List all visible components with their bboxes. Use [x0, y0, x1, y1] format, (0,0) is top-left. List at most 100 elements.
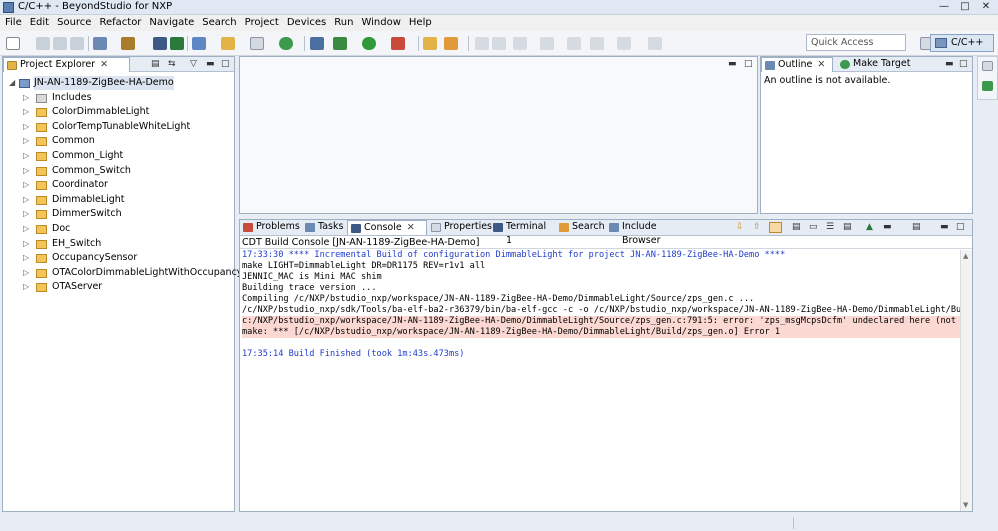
run-icon[interactable] — [362, 37, 376, 50]
menu-refactor[interactable]: Refactor — [95, 15, 145, 31]
print-icon[interactable] — [70, 37, 84, 50]
collapse-all-icon[interactable]: ▤ — [151, 59, 160, 69]
minimize-view-icon[interactable]: ▬ — [945, 59, 954, 69]
menu-devices[interactable]: Devices — [283, 15, 330, 31]
expand-arrow-icon[interactable]: ▷ — [23, 207, 33, 221]
maximize-editor-icon[interactable]: □ — [744, 59, 753, 69]
tab-include-browser[interactable]: Include Browser — [606, 220, 696, 246]
console-scrollbar[interactable]: ▲ ▼ — [960, 250, 972, 511]
link-editor-icon[interactable]: ⇆ — [168, 59, 176, 69]
chip-icon[interactable] — [153, 37, 167, 50]
search-icon[interactable] — [444, 37, 458, 50]
close-tab-icon[interactable]: ✕ — [100, 59, 108, 70]
save-all-icon[interactable] — [53, 37, 67, 50]
flash-icon[interactable] — [170, 37, 184, 50]
menu-source[interactable]: Source — [53, 15, 95, 31]
menu-edit[interactable]: Edit — [26, 15, 53, 31]
tab-project-explorer[interactable]: Project Explorer ✕ — [3, 57, 130, 72]
refresh-icon[interactable] — [279, 37, 293, 50]
external-tools-icon[interactable] — [391, 37, 405, 50]
tab-outline[interactable]: Outline ✕ — [761, 57, 833, 72]
expand-arrow-icon[interactable]: ▷ — [23, 105, 33, 119]
view-menu-icon[interactable]: ▽ — [190, 59, 197, 69]
menu-file[interactable]: File — [0, 15, 26, 31]
close-tab-icon[interactable]: ✕ — [407, 222, 415, 233]
open-type-icon[interactable] — [423, 37, 437, 50]
tab-search[interactable]: Search — [556, 220, 606, 235]
expand-arrow-icon[interactable]: ▷ — [23, 164, 33, 178]
console-settings-icon[interactable]: ▤ — [843, 222, 852, 232]
new-folder-icon[interactable] — [221, 37, 235, 50]
menu-search[interactable]: Search — [198, 15, 240, 31]
tab-terminal[interactable]: Terminal 1 — [490, 220, 554, 246]
console-output[interactable]: 17:33:30 **** Incremental Build of confi… — [240, 250, 960, 511]
block-selection-icon[interactable] — [492, 37, 506, 50]
quick-access-input[interactable]: Quick Access — [806, 34, 906, 51]
maximize-view-icon[interactable]: □ — [959, 59, 968, 69]
word-wrap-icon[interactable]: ☰ — [826, 222, 834, 232]
scroll-lock-icon[interactable]: ⇩ — [736, 222, 744, 232]
display-console-icon[interactable]: ▬ — [883, 222, 892, 232]
perspective-cpp-button[interactable]: C/C++ — [930, 34, 994, 52]
new-cpp-project-icon[interactable] — [192, 37, 206, 50]
pin-console-icon[interactable] — [769, 222, 782, 233]
open-console-icon[interactable]: ▤ — [912, 222, 921, 232]
close-button[interactable]: ✕ — [976, 1, 996, 13]
menu-run[interactable]: Run — [330, 15, 357, 31]
maximize-view-icon[interactable]: □ — [221, 59, 230, 69]
restore-icon[interactable] — [982, 61, 993, 71]
expand-arrow-icon[interactable]: ▷ — [23, 134, 33, 148]
pin-editor-icon[interactable] — [648, 37, 662, 50]
skip-breakpoints-icon[interactable] — [310, 37, 324, 50]
toggle-mark-icon[interactable] — [475, 37, 489, 50]
forward-icon[interactable] — [617, 37, 631, 50]
build-config-icon[interactable] — [93, 37, 107, 50]
make-target-trim-icon[interactable] — [982, 81, 993, 91]
tab-make-target[interactable]: Make Target — [837, 57, 917, 72]
scroll-down-icon[interactable]: ▼ — [963, 501, 968, 509]
tab-properties[interactable]: Properties — [428, 220, 492, 235]
menu-project[interactable]: Project — [241, 15, 283, 31]
new-icon[interactable] — [6, 37, 20, 50]
expand-arrow-icon[interactable]: ▷ — [23, 149, 33, 163]
menu-window[interactable]: Window — [357, 15, 404, 31]
project-explorer-icon — [7, 61, 17, 70]
close-tab-icon[interactable]: ✕ — [817, 59, 825, 70]
expand-arrow-icon[interactable]: ▷ — [23, 178, 33, 192]
expand-arrow-icon[interactable]: ▷ — [23, 120, 33, 134]
last-edit-icon[interactable] — [567, 37, 581, 50]
minimize-view-icon[interactable]: ▬ — [206, 59, 215, 69]
expand-arrow-icon[interactable]: ▷ — [23, 266, 33, 280]
new-file-icon[interactable] — [250, 37, 264, 50]
menu-help[interactable]: Help — [405, 15, 436, 31]
maximize-button[interactable]: □ — [955, 1, 975, 13]
expand-arrow-icon[interactable]: ▷ — [23, 193, 33, 207]
tree-item-label: Common_Switch — [52, 164, 131, 176]
minimize-view-icon[interactable]: ▬ — [940, 222, 949, 232]
menu-navigate[interactable]: Navigate — [145, 15, 198, 31]
expanded-arrow-icon[interactable]: ◢ — [9, 76, 19, 90]
expand-arrow-icon[interactable]: ▷ — [23, 280, 33, 294]
expand-arrow-icon[interactable]: ▷ — [23, 91, 33, 105]
minimize-button[interactable]: — — [934, 1, 954, 13]
clear-console-icon[interactable]: ▤ — [792, 222, 801, 232]
copy-icon[interactable]: ▭ — [809, 222, 818, 232]
tab-problems[interactable]: Problems — [240, 220, 300, 235]
scroll-up-icon[interactable]: ▲ — [963, 252, 968, 260]
prev-annotation-icon[interactable] — [540, 37, 554, 50]
save-icon[interactable] — [36, 37, 50, 50]
debug-icon[interactable] — [333, 37, 347, 50]
expand-arrow-icon[interactable]: ▷ — [23, 251, 33, 265]
tab-console[interactable]: Console ✕ — [347, 220, 427, 235]
show-console-icon[interactable]: ⇧ — [753, 222, 761, 232]
tab-tasks[interactable]: Tasks — [302, 220, 346, 235]
back-icon[interactable] — [590, 37, 604, 50]
new-console-icon[interactable]: ▲ — [866, 222, 873, 232]
build-hammer-icon[interactable] — [121, 37, 135, 50]
expand-arrow-icon[interactable]: ▷ — [23, 237, 33, 251]
minimize-editor-icon[interactable]: ▬ — [728, 59, 737, 69]
expand-arrow-icon[interactable]: ▷ — [23, 222, 33, 236]
maximize-view-icon[interactable]: □ — [956, 222, 965, 232]
next-annotation-icon[interactable] — [513, 37, 527, 50]
